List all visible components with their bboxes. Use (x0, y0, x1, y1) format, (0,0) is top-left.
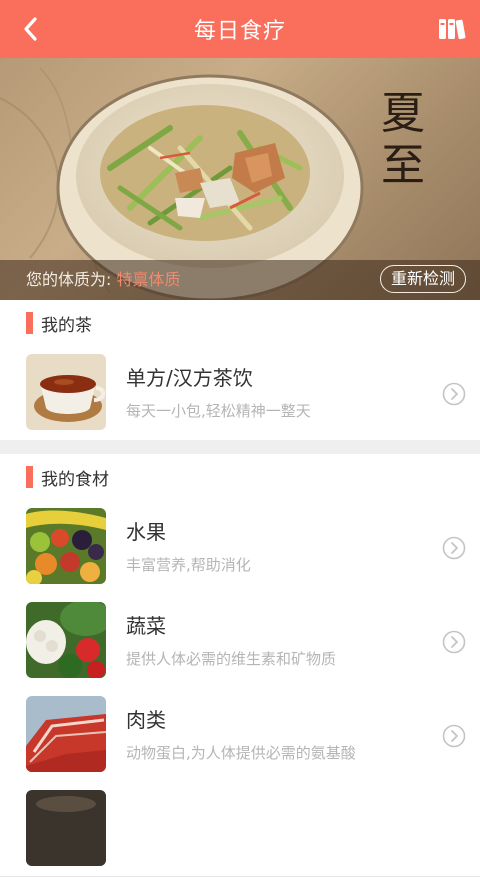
seasonal-banner[interactable]: 夏 至 您的体质为: 特禀体质 重新检测 (0, 58, 480, 300)
books-button[interactable] (436, 13, 468, 45)
books-icon (439, 19, 466, 40)
section-title: 我的食材 (41, 470, 109, 490)
item-description: 丰富营养,帮助消化 (126, 556, 251, 574)
list-item-fruit[interactable]: 水果 丰富营养,帮助消化 (0, 500, 480, 595)
list-item-tea[interactable]: 单方/汉方茶饮 每天一小包,轻松精神一整天 (0, 346, 480, 441)
chevron-right-circle-icon[interactable] (442, 382, 466, 406)
solar-term-calligraphy: 夏 至 (378, 88, 428, 192)
section-accent-bar (26, 312, 33, 334)
meat-icon (26, 696, 106, 772)
section-accent-bar (26, 466, 33, 488)
food-section-header: 我的食材 (0, 454, 480, 501)
constitution-text: 您的体质为: 特禀体质 (26, 266, 181, 290)
chevron-right-circle-icon[interactable] (442, 536, 466, 560)
vegetable-icon (26, 602, 106, 678)
fruit-icon (26, 508, 106, 584)
calligraphy-char-1: 夏 (381, 88, 425, 139)
tea-icon (26, 354, 106, 430)
chevron-left-icon (24, 17, 37, 41)
chevron-right-circle-icon[interactable] (442, 724, 466, 748)
calligraphy-char-2: 至 (381, 140, 425, 191)
list-item-partial[interactable] (0, 782, 480, 877)
list-item-meat[interactable]: 肉类 动物蛋白,为人体提供必需的氨基酸 (0, 688, 480, 783)
item-description: 每天一小包,轻松精神一整天 (126, 402, 311, 420)
section-title: 我的茶 (41, 316, 92, 336)
food-thumbnail (26, 790, 106, 866)
chevron-right-circle-icon[interactable] (442, 630, 466, 654)
list-item-vegetable[interactable]: 蔬菜 提供人体必需的维生素和矿物质 (0, 594, 480, 689)
constitution-label: 您的体质为: (26, 270, 112, 289)
item-name: 蔬菜 (126, 614, 166, 638)
retest-button[interactable]: 重新检测 (379, 265, 466, 293)
item-name: 单方/汉方茶饮 (126, 366, 253, 390)
back-button[interactable] (14, 12, 48, 46)
section-divider (0, 440, 480, 454)
item-name: 肉类 (126, 708, 166, 732)
tea-section-header: 我的茶 (0, 300, 480, 347)
item-name: 水果 (126, 520, 166, 544)
constitution-value: 特禀体质 (116, 270, 181, 289)
item-description: 动物蛋白,为人体提供必需的氨基酸 (126, 744, 356, 762)
top-bar: 每日食疗 (0, 0, 480, 58)
page-title: 每日食疗 (193, 19, 286, 44)
item-description: 提供人体必需的维生素和矿物质 (126, 650, 337, 668)
